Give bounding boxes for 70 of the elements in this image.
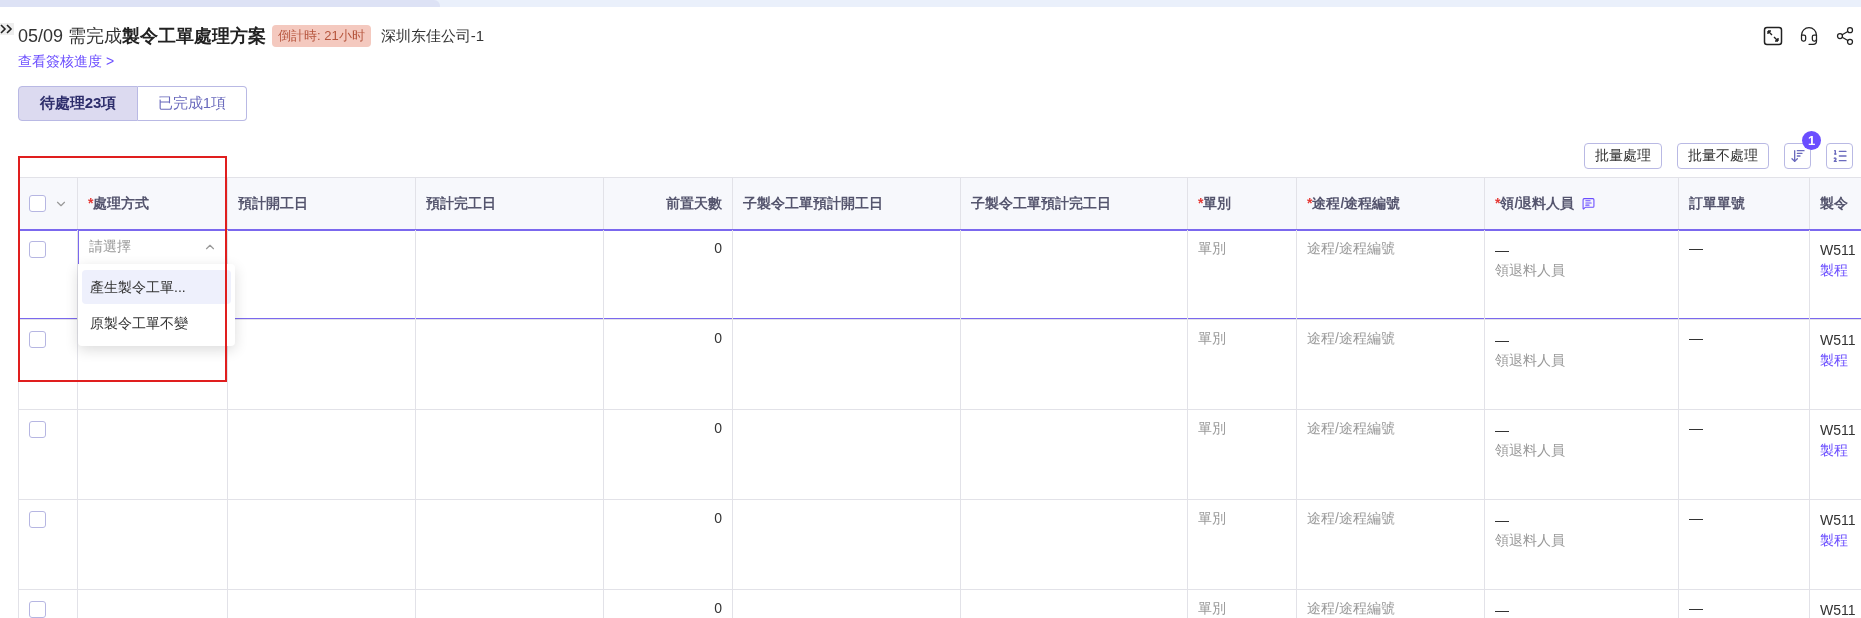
- table-cell: 途程/途程編號: [1296, 229, 1485, 320]
- double-chevron-icon[interactable]: [0, 23, 14, 35]
- table-cell: 單別: [1187, 229, 1297, 320]
- column-header: 前置天數: [666, 194, 722, 211]
- dropdown-option[interactable]: 原製令工單不變: [82, 306, 231, 340]
- column-header: 製令: [1820, 194, 1848, 211]
- column-order-button[interactable]: [1826, 143, 1853, 169]
- required-mark: *: [1495, 194, 1501, 211]
- tab[interactable]: 已完成1項: [138, 86, 247, 121]
- count-badge: 1: [1802, 131, 1821, 150]
- note-icon[interactable]: [1582, 197, 1596, 211]
- column-header: 預計開工日: [238, 194, 308, 211]
- batch-button[interactable]: 批量處理: [1584, 143, 1662, 169]
- cell-value: —: [1495, 601, 1510, 618]
- cell-hint: 領退料人員: [1495, 351, 1566, 370]
- column-header: 單別: [1203, 194, 1232, 211]
- table-cell: 單別: [1187, 499, 1297, 590]
- required-mark: *: [1198, 194, 1204, 211]
- checkbox[interactable]: [29, 510, 46, 528]
- tab[interactable]: 待處理23項: [18, 86, 138, 121]
- column-header: 預計完工日: [426, 194, 496, 211]
- cell-hint: 領退料人員: [1495, 261, 1566, 280]
- column-header: 領/退料人員: [1500, 194, 1575, 211]
- cell-link[interactable]: 製程: [1820, 260, 1851, 280]
- cell-value: —: [1495, 511, 1510, 530]
- share-icon[interactable]: [1835, 26, 1855, 46]
- required-mark: *: [88, 194, 94, 211]
- table-cell: 0: [603, 319, 733, 410]
- column-header: 子製令工單預計開工日: [743, 194, 883, 211]
- table-cell: 途程/途程編號: [1296, 499, 1485, 590]
- column-header: 子製令工單預計完工日: [971, 194, 1111, 211]
- numbered-list-icon: [1831, 148, 1848, 164]
- progress-link[interactable]: 查看簽核進度 >: [18, 53, 115, 73]
- table-cell: 0: [603, 409, 733, 500]
- column-header: 處理方式: [93, 194, 150, 211]
- required-mark: *: [1307, 194, 1313, 211]
- table-cell: 單別: [1187, 319, 1297, 410]
- table-cell: —: [1678, 229, 1810, 320]
- expand-icon[interactable]: [1763, 26, 1783, 46]
- page-title: 05/09 需完成製令工單處理方案: [18, 25, 267, 48]
- table-cell: 單別: [1187, 409, 1297, 500]
- cell-link[interactable]: 製程: [1820, 350, 1851, 370]
- table-cell: 0: [603, 229, 733, 320]
- sort-icon: [1789, 148, 1806, 164]
- cell-hint: 領退料人員: [1495, 441, 1566, 460]
- checkbox[interactable]: [29, 195, 46, 213]
- table-cell: 途程/途程編號: [1296, 319, 1485, 410]
- batch-button[interactable]: 批量不處理: [1677, 143, 1769, 169]
- countdown-tag: 倒計時: 21小时: [272, 25, 371, 47]
- cell-value: —: [1495, 241, 1510, 260]
- cell-link[interactable]: 製程: [1820, 440, 1851, 460]
- dropdown-option[interactable]: 產生製令工單...: [82, 270, 231, 304]
- cell-link[interactable]: 製程: [1820, 530, 1851, 550]
- checkbox[interactable]: [29, 600, 46, 618]
- cell-value: —: [1495, 421, 1510, 440]
- table-cell: —: [1678, 409, 1810, 500]
- column-header: 訂單單號: [1689, 194, 1745, 211]
- table-cell: —: [1678, 499, 1810, 590]
- cell-hint: 領退料人員: [1495, 531, 1566, 550]
- checkbox[interactable]: [29, 240, 46, 258]
- checkbox[interactable]: [29, 330, 46, 348]
- table-cell: —: [1678, 319, 1810, 410]
- headset-icon[interactable]: [1799, 26, 1819, 46]
- cell-value: —: [1495, 331, 1510, 350]
- table-cell: 0: [603, 499, 733, 590]
- sort-button[interactable]: [1784, 143, 1811, 169]
- company-name: 深圳东佳公司-1: [380, 26, 485, 46]
- table-cell: 途程/途程編號: [1296, 409, 1485, 500]
- column-header: 途程/途程編號: [1312, 194, 1401, 211]
- checkbox[interactable]: [29, 420, 46, 438]
